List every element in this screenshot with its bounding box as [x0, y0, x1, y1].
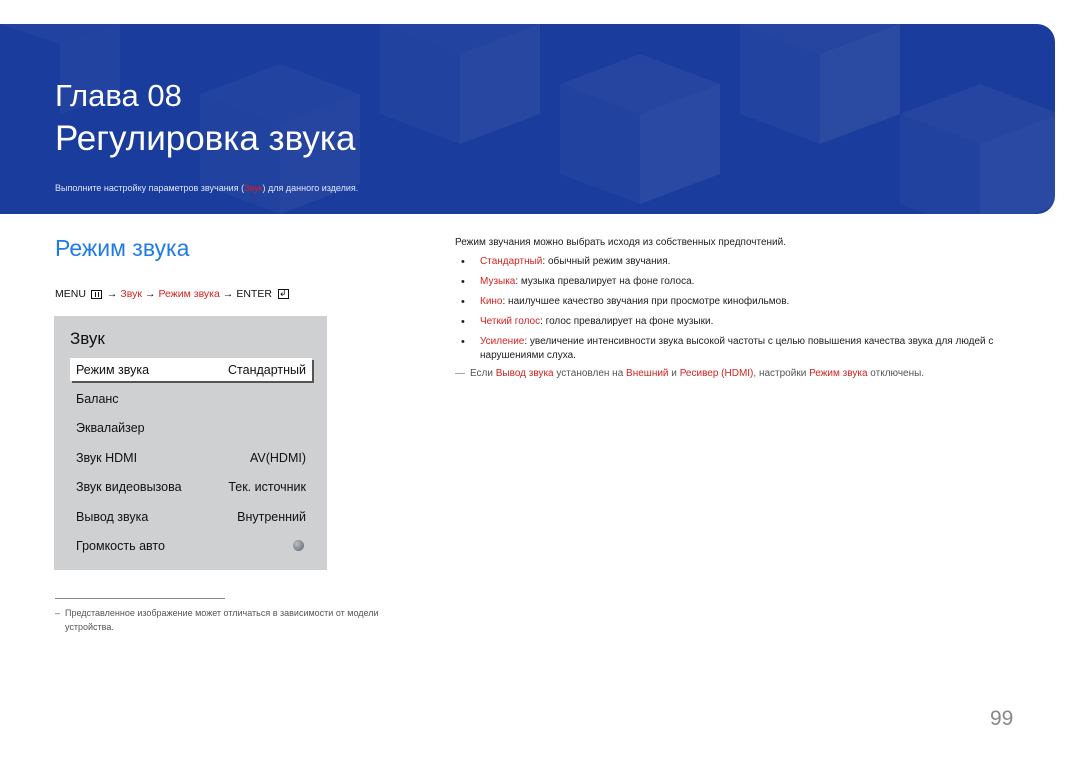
- footnote-dash: –: [55, 608, 61, 618]
- list-item: • Стандартный: обычный режим звучания.: [455, 255, 1015, 269]
- list-item-text: : голос превалирует на фоне музыки.: [540, 316, 714, 327]
- description-intro: Режим звучания можно выбрать исходя из с…: [455, 237, 786, 248]
- toggle-icon[interactable]: [293, 540, 304, 551]
- chapter-label: Глава 08: [55, 78, 182, 113]
- osd-row-value: AV(HDMI): [249, 450, 306, 465]
- osd-row-label: Баланс: [76, 391, 119, 406]
- enter-button-icon: [277, 287, 289, 299]
- note-text: и: [668, 368, 680, 379]
- chapter-intro: Выполните настройку параметров звучания …: [55, 183, 358, 193]
- osd-title: Звук: [70, 329, 105, 348]
- menu-button-icon: [90, 289, 102, 299]
- menu-path-arrow: →: [144, 288, 156, 300]
- sound-mode-list: • Стандартный: обычный режим звучания. • М…: [455, 255, 1015, 363]
- osd-row-label: Громкость авто: [76, 538, 165, 553]
- osd-row-hdmi-audio[interactable]: Звук HDMI AV(HDMI): [70, 446, 312, 469]
- list-item: • Музыка: музыка превалирует на фоне голо…: [455, 275, 1015, 289]
- osd-row-label: Звук видеовызова: [76, 479, 182, 494]
- list-item: • Кино: наилучшее качество звучания при п…: [455, 295, 1015, 309]
- bullet-icon: •: [461, 316, 465, 328]
- menu-path-arrow: →: [222, 288, 234, 300]
- osd-row-equalizer[interactable]: Эквалайзер: [70, 416, 312, 439]
- section-heading: Режим звука: [55, 235, 190, 261]
- list-item-term: Усиление: [480, 336, 525, 347]
- chapter-intro-text: Выполните настройку параметров звучания …: [55, 183, 245, 193]
- list-item-term: Четкий голос: [480, 316, 541, 327]
- list-item-text: : музыка превалирует на фоне голоса.: [515, 276, 695, 287]
- osd-row-auto-volume[interactable]: Громкость авто: [70, 534, 312, 557]
- bullet-icon: •: [461, 256, 465, 268]
- note-text: Если: [470, 368, 496, 379]
- osd-row-value: Тек. источник: [228, 479, 306, 494]
- note-term: Режим звука: [809, 368, 868, 379]
- menu-path-step-sound-mode[interactable]: Режим звука: [158, 288, 219, 300]
- osd-row-balance[interactable]: Баланс: [70, 387, 312, 410]
- sound-mode-description: Режим звучания можно выбрать исходя из с…: [455, 236, 1015, 381]
- osd-sound-menu: Звук Режим звука Стандартный Баланс Эква…: [54, 316, 327, 570]
- enter-keyword: ENTER: [236, 288, 272, 300]
- note-text: отключены.: [867, 368, 925, 379]
- menu-path-arrow: →: [106, 288, 118, 300]
- list-item-text: : обычный режим звучания.: [542, 256, 671, 267]
- menu-keyword: MENU: [55, 288, 86, 300]
- page-number: 99: [990, 707, 1014, 730]
- footnote: – Представленное изображение может отлич…: [55, 606, 415, 634]
- note-term: Вывод звука: [495, 368, 554, 379]
- list-item: • Четкий голос: голос превалирует на фоне…: [455, 315, 1015, 329]
- note-dash: ―: [455, 368, 465, 379]
- footnote-divider: [55, 598, 225, 599]
- osd-row-label: Звук HDMI: [76, 450, 138, 465]
- list-item-term: Кино: [480, 296, 503, 307]
- osd-row-sound-output[interactable]: Вывод звука Внутренний: [70, 505, 312, 528]
- osd-row-label: Эквалайзер: [76, 420, 145, 435]
- osd-row-label: Режим звука: [76, 362, 150, 377]
- list-item-term: Стандартный: [480, 256, 543, 267]
- note: ― Если Вывод звука установлен на Внешний …: [455, 367, 1015, 381]
- list-item: • Усиление: увеличение интенсивности звук…: [455, 335, 1015, 363]
- osd-row-label: Вывод звука: [76, 509, 149, 524]
- osd-row-sound-mode[interactable]: Режим звука Стандартный: [70, 358, 312, 381]
- osd-row-value: Внутренний: [237, 509, 306, 524]
- menu-path: MENU → Звук → Режим звука → ENTER: [55, 287, 289, 300]
- note-term: Внешний: [626, 368, 669, 379]
- footnote-text: Представленное изображение может отличат…: [65, 608, 379, 632]
- chapter-title: Регулировка звука: [55, 119, 356, 158]
- note-term: Ресивер (HDMI): [679, 368, 754, 379]
- note-text: установлен на: [553, 368, 627, 379]
- list-item-text: : увеличение интенсивности звука высокой…: [480, 336, 994, 361]
- osd-row-video-call-sound[interactable]: Звук видеовызова Тек. источник: [70, 475, 312, 498]
- chapter-intro-text-end: ) для данного изделия.: [262, 183, 359, 193]
- list-item-text: : наилучшее качество звучания при просмо…: [502, 296, 790, 307]
- bullet-icon: •: [461, 276, 465, 288]
- bullet-icon: •: [461, 336, 465, 348]
- chapter-banner: Глава 08 Регулировка звука Выполните нас…: [0, 24, 1055, 214]
- list-item-term: Музыка: [480, 276, 516, 287]
- bullet-icon: •: [461, 296, 465, 308]
- chapter-intro-link[interactable]: Звук: [244, 183, 262, 193]
- menu-path-step-sound[interactable]: Звук: [120, 288, 142, 300]
- note-text: , настройки: [753, 368, 810, 379]
- osd-row-value: Стандартный: [228, 362, 306, 377]
